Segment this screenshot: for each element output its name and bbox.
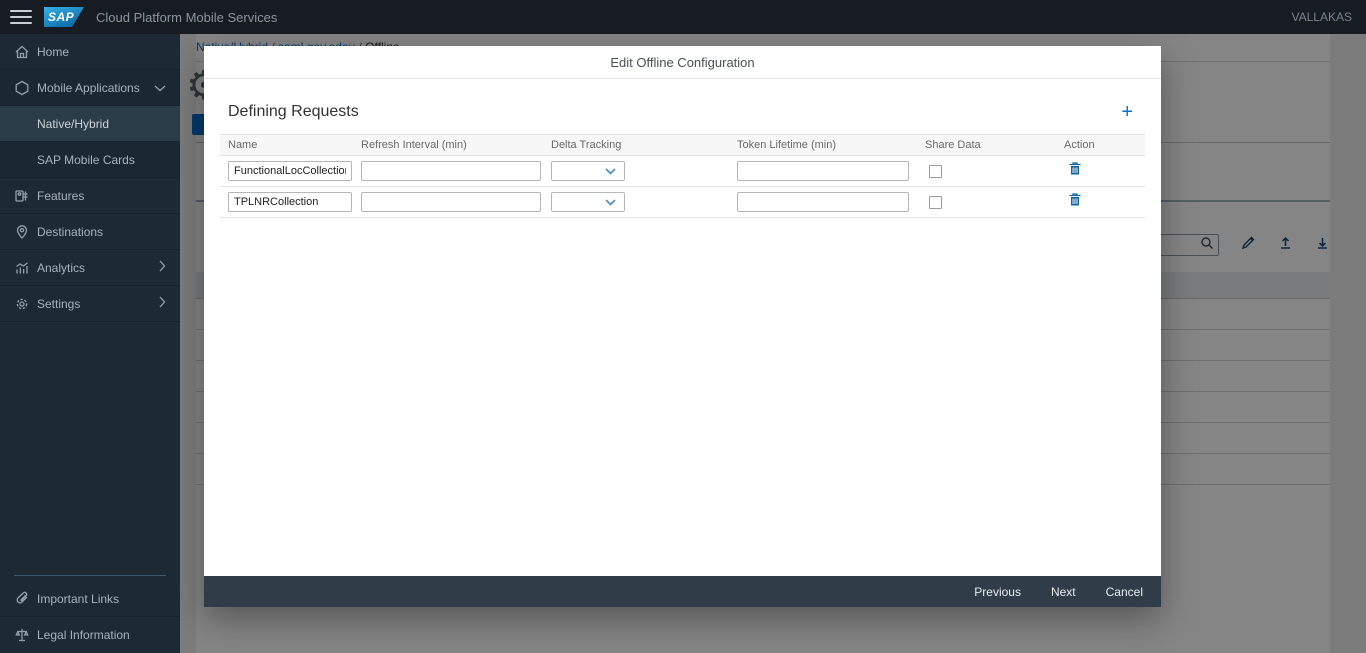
delete-row-button[interactable] xyxy=(1068,161,1082,181)
section-title: Defining Requests xyxy=(228,103,359,121)
dialog-title: Edit Offline Configuration xyxy=(204,46,1161,79)
sidebar-item-features[interactable]: Features xyxy=(0,178,180,214)
app-title: Cloud Platform Mobile Services xyxy=(96,10,277,25)
column-header-name: Name xyxy=(220,139,353,151)
chevron-down-icon xyxy=(605,168,616,175)
dialog-footer: Previous Next Cancel xyxy=(204,576,1161,607)
column-header-share-data: Share Data xyxy=(917,139,1056,151)
token-lifetime-input[interactable] xyxy=(737,192,909,212)
menu-hamburger-icon[interactable] xyxy=(10,10,32,24)
share-data-checkbox[interactable] xyxy=(929,196,942,209)
sidebar-footer: Important Links Legal Information xyxy=(0,575,180,653)
refresh-interval-input[interactable] xyxy=(361,161,541,181)
sidebar-item-home[interactable]: Home xyxy=(0,34,180,70)
chevron-right-icon xyxy=(158,296,166,311)
app-window: SAP Cloud Platform Mobile Services VALLA… xyxy=(0,0,1366,653)
edit-offline-configuration-dialog: Edit Offline Configuration Defining Requ… xyxy=(204,46,1161,607)
chevron-right-icon xyxy=(158,260,166,275)
sidebar-item-legal-information[interactable]: Legal Information xyxy=(0,617,180,653)
trash-icon xyxy=(1068,192,1082,207)
add-request-button[interactable]: + xyxy=(1117,103,1137,121)
column-header-refresh-interval: Refresh Interval (min) xyxy=(353,139,543,151)
column-header-action: Action xyxy=(1056,139,1145,151)
sidebar-item-sap-mobile-cards[interactable]: SAP Mobile Cards xyxy=(0,142,180,178)
gear-icon xyxy=(13,295,31,313)
hexagon-icon xyxy=(13,79,31,97)
delete-row-button[interactable] xyxy=(1068,192,1082,212)
requests-table-header: Name Refresh Interval (min) Delta Tracki… xyxy=(220,134,1145,156)
sidebar-item-settings[interactable]: Settings xyxy=(0,286,180,322)
sidebar-item-native-hybrid[interactable]: Native/Hybrid xyxy=(0,106,180,142)
share-data-checkbox[interactable] xyxy=(929,165,942,178)
name-input[interactable] xyxy=(228,161,352,181)
sidebar-item-analytics[interactable]: Analytics xyxy=(0,250,180,286)
map-pin-icon xyxy=(13,223,31,241)
features-icon xyxy=(13,187,31,205)
next-button[interactable]: Next xyxy=(1051,585,1076,599)
delta-tracking-select[interactable] xyxy=(551,161,625,181)
column-header-token-lifetime: Token Lifetime (min) xyxy=(729,139,917,151)
delta-tracking-select[interactable] xyxy=(551,192,625,212)
dialog-body: Defining Requests + Name Refresh Interva… xyxy=(204,79,1161,576)
refresh-interval-input[interactable] xyxy=(361,192,541,212)
sap-logo: SAP xyxy=(44,7,84,27)
column-header-delta-tracking: Delta Tracking xyxy=(543,139,729,151)
home-icon xyxy=(13,43,31,61)
chevron-down-icon xyxy=(605,199,616,206)
paperclip-icon xyxy=(13,590,31,608)
sidebar-item-destinations[interactable]: Destinations xyxy=(0,214,180,250)
previous-button[interactable]: Previous xyxy=(974,585,1021,599)
token-lifetime-input[interactable] xyxy=(737,161,909,181)
cancel-button[interactable]: Cancel xyxy=(1106,585,1143,599)
chevron-down-icon xyxy=(154,81,166,95)
sidebar-divider xyxy=(14,575,166,576)
sidebar: Home Mobile Applications Native/Hybrid S… xyxy=(0,34,180,653)
trash-icon xyxy=(1068,161,1082,176)
sidebar-item-important-links[interactable]: Important Links xyxy=(0,581,180,617)
request-row xyxy=(220,187,1145,218)
name-input[interactable] xyxy=(228,192,352,212)
user-menu[interactable]: VALLAKAS xyxy=(1292,10,1352,24)
request-row xyxy=(220,156,1145,187)
section-header: Defining Requests + xyxy=(220,103,1145,134)
chart-icon xyxy=(13,259,31,277)
sidebar-item-mobile-applications[interactable]: Mobile Applications xyxy=(0,70,180,106)
scales-icon xyxy=(13,626,31,644)
topbar: SAP Cloud Platform Mobile Services VALLA… xyxy=(0,0,1366,34)
